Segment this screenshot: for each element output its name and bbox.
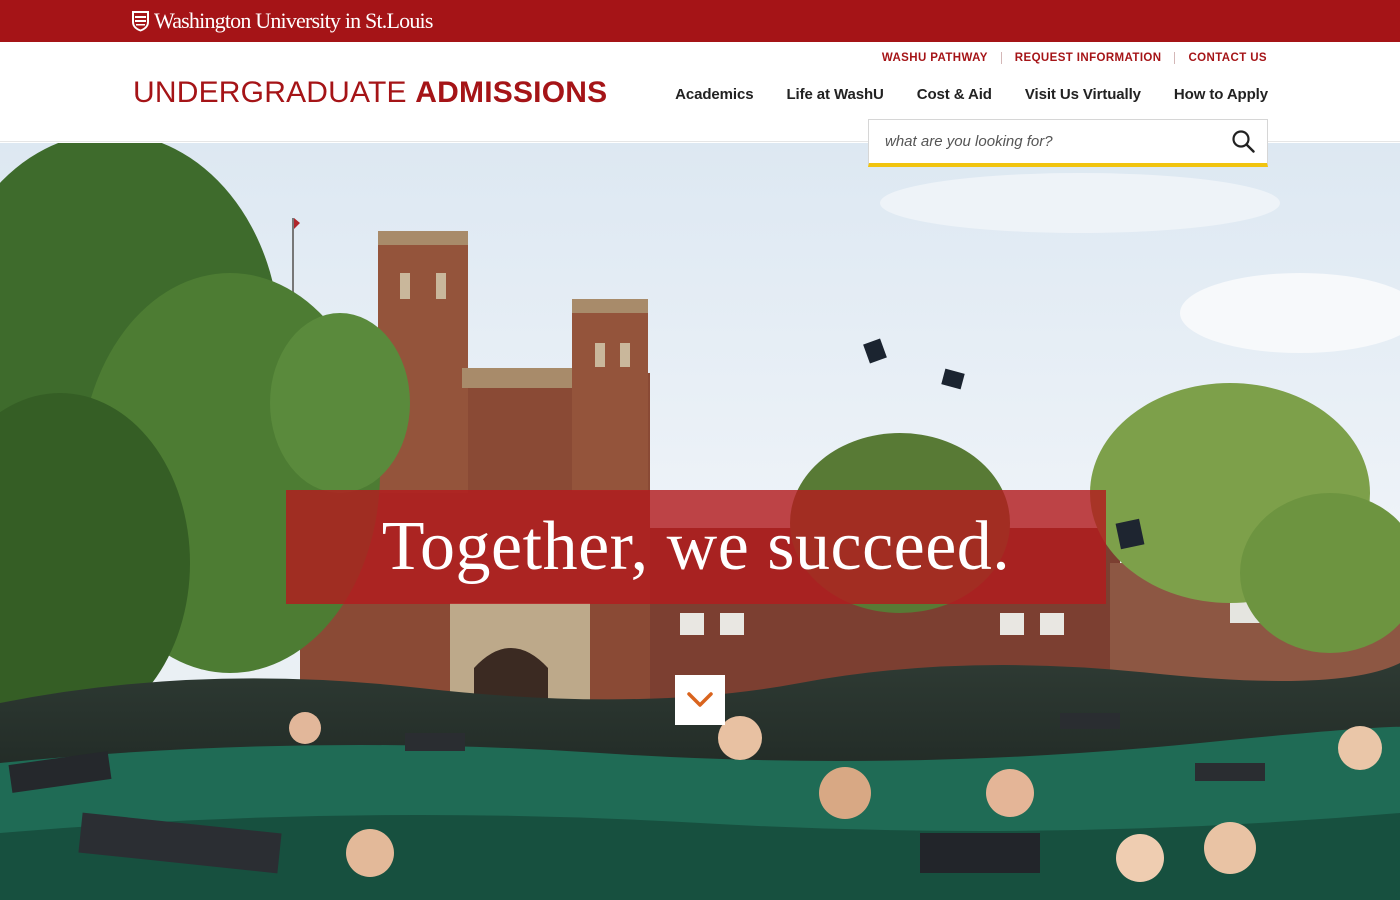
nav-item-academics[interactable]: Academics: [675, 86, 753, 103]
search-button[interactable]: [1229, 128, 1257, 156]
utility-link-request-information[interactable]: REQUEST INFORMATION: [1002, 51, 1175, 65]
site-title-light: UNDERGRADUATE: [133, 76, 407, 109]
utility-link-contact-us[interactable]: CONTACT US: [1175, 51, 1267, 65]
main-nav: Academics Life at WashU Cost & Aid Visit…: [675, 86, 1268, 103]
search-box: [868, 119, 1268, 167]
search-input[interactable]: [869, 120, 1224, 163]
site-title[interactable]: UNDERGRADUATE ADMISSIONS: [133, 76, 607, 110]
university-brand-bar: Washington University in St.Louis: [0, 0, 1400, 42]
hero-tagline-box: Together, we succeed.: [286, 490, 1106, 604]
hero-banner: Together, we succeed.: [0, 143, 1400, 900]
scroll-down-button[interactable]: [675, 675, 725, 725]
university-name: Washington University in St.Louis: [154, 8, 433, 33]
nav-item-how-to-apply[interactable]: How to Apply: [1174, 86, 1268, 103]
search-icon: [1232, 129, 1255, 153]
university-home-link[interactable]: Washington University in St.Louis: [131, 8, 433, 34]
chevron-down-icon: [687, 692, 713, 707]
site-title-bold: ADMISSIONS: [415, 76, 608, 109]
nav-item-cost-aid[interactable]: Cost & Aid: [917, 86, 992, 103]
hero-tagline: Together, we succeed.: [381, 508, 1011, 585]
nav-item-life-at-washu[interactable]: Life at WashU: [786, 86, 883, 103]
wustl-shield-icon: [132, 11, 149, 32]
utility-link-washu-pathway[interactable]: WASHU PATHWAY: [869, 51, 1001, 65]
utility-nav: WASHU PATHWAY REQUEST INFORMATION CONTAC…: [869, 51, 1267, 65]
nav-item-visit-us-virtually[interactable]: Visit Us Virtually: [1025, 86, 1141, 103]
